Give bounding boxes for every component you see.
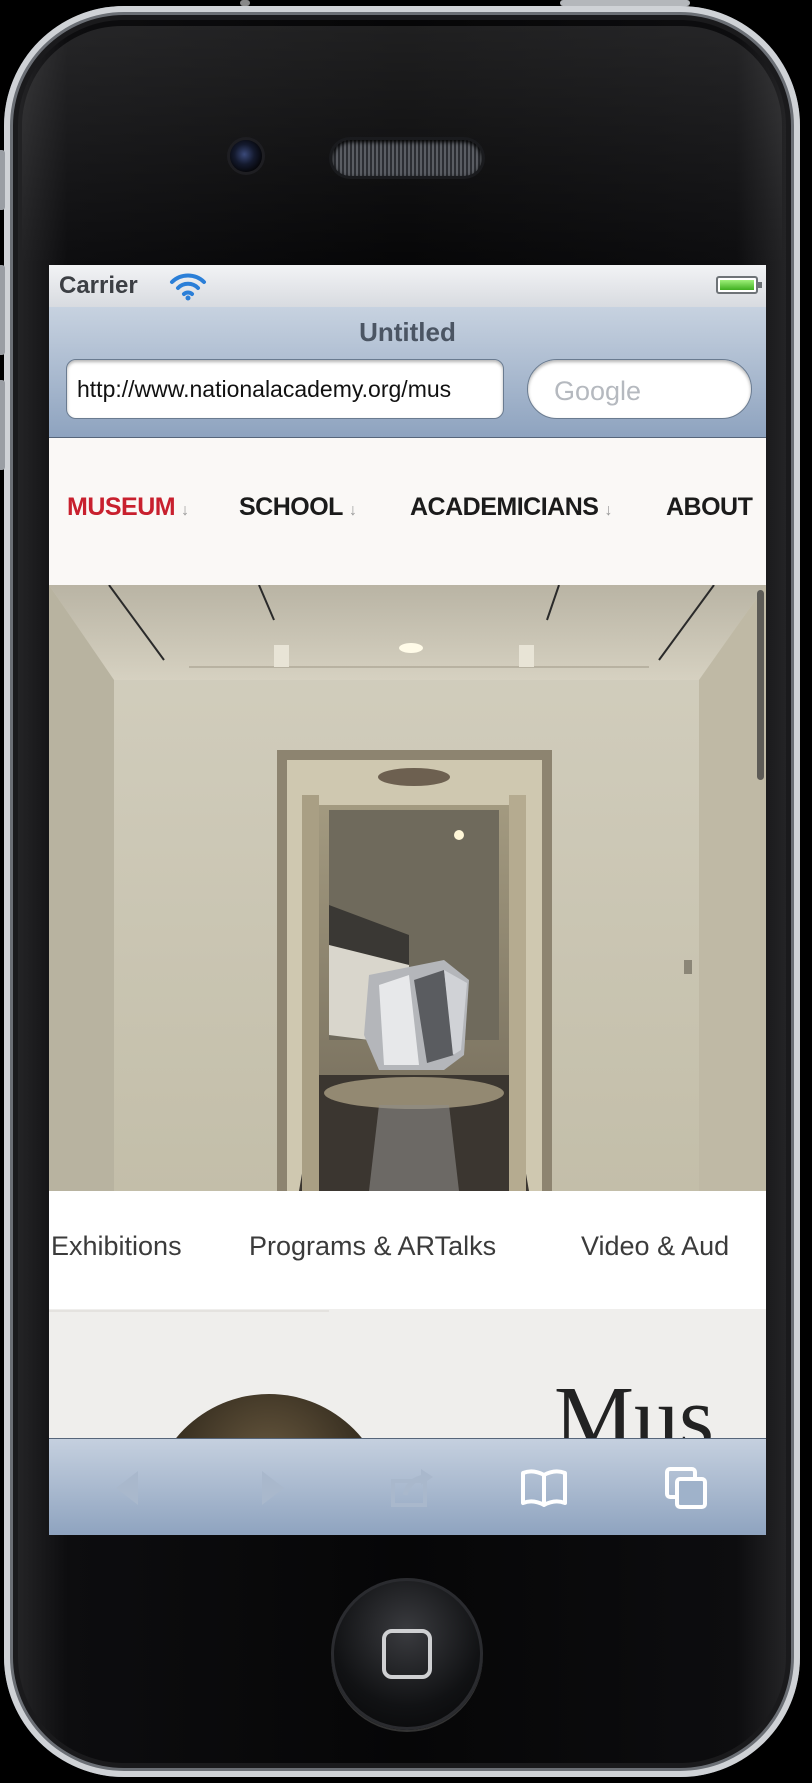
nav-item-academicians[interactable]: ACADEMICIANS ↓ [410, 493, 612, 522]
web-content: MUSEUM ↓ SCHOOL ↓ ACADEMICIANS ↓ ABOUT E… [49, 438, 766, 1438]
subnav-item-exhibitions[interactable]: Exhibitions [51, 1231, 182, 1262]
content-section: Mus [49, 1309, 766, 1438]
bookmarks-icon[interactable] [519, 1463, 569, 1513]
forward-icon[interactable] [246, 1463, 296, 1513]
volume-up-button [0, 265, 5, 355]
divider [49, 1310, 329, 1312]
page-title: Untitled [359, 317, 456, 347]
search-field[interactable]: Google [527, 359, 752, 419]
gallery-photo [49, 585, 766, 1191]
hero-image [49, 585, 766, 1191]
nav-arrow-icon: ↓ [181, 502, 189, 519]
screen: Carrier Untitled http://www.nationalacad… [49, 265, 766, 1535]
top-notch [240, 0, 250, 6]
search-placeholder: Google [554, 376, 642, 406]
subnav-item-programs[interactable]: Programs & ARTalks [249, 1231, 496, 1262]
url-field[interactable]: http://www.nationalacademy.org/mus [66, 359, 504, 419]
share-icon[interactable] [387, 1463, 437, 1513]
front-camera [230, 140, 262, 172]
back-icon[interactable] [104, 1463, 154, 1513]
status-bar: Carrier [49, 265, 766, 308]
subnav-item-video-audio[interactable]: Video & Aud [581, 1231, 729, 1262]
nav-arrow-icon: ↓ [604, 502, 612, 519]
site-nav: MUSEUM ↓ SCHOOL ↓ ACADEMICIANS ↓ ABOUT [49, 438, 766, 585]
nav-item-school[interactable]: SCHOOL ↓ [239, 493, 357, 522]
section-heading: Mus [554, 1369, 715, 1438]
volume-down-button [0, 380, 5, 470]
home-square-icon [382, 1629, 432, 1679]
home-button[interactable] [331, 1578, 483, 1730]
featured-image[interactable] [149, 1394, 389, 1438]
nav-item-museum[interactable]: MUSEUM ↓ [67, 493, 189, 522]
nav-arrow-icon: ↓ [348, 502, 357, 519]
browser-toolbar [49, 1438, 766, 1535]
wifi-icon [170, 273, 206, 301]
earpiece-speaker [332, 140, 482, 176]
sleep-button [560, 0, 690, 6]
browser-address-bar: Untitled http://www.nationalacademy.org/… [49, 307, 766, 438]
url-text: http://www.nationalacademy.org/mus [77, 376, 452, 402]
carrier-label: Carrier [59, 272, 138, 299]
battery-icon [716, 276, 762, 294]
scrollbar[interactable] [757, 590, 764, 780]
tabs-icon[interactable] [661, 1463, 711, 1513]
mute-switch [0, 150, 5, 210]
sub-nav: Exhibitions Programs & ARTalks Video & A… [49, 1191, 766, 1309]
nav-item-about[interactable]: ABOUT [666, 493, 753, 522]
